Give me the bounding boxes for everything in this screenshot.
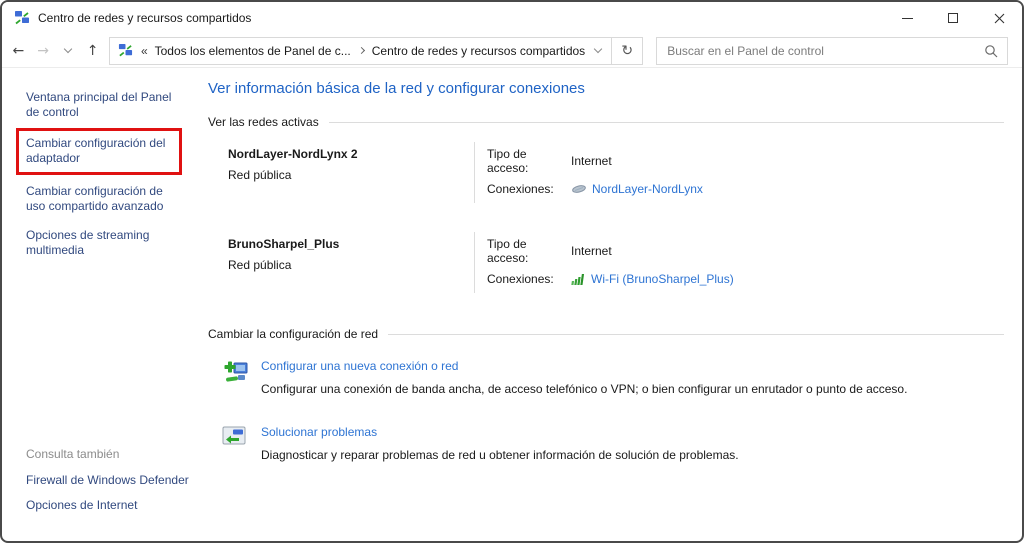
access-type-value: Internet [571, 244, 612, 258]
connection-link-wifi[interactable]: Wi-Fi (BrunoSharpel_Plus) [591, 272, 734, 286]
close-button[interactable] [976, 2, 1022, 34]
connection-link-nordlayer[interactable]: NordLayer-NordLynx [592, 182, 703, 196]
task-link-new-connection[interactable]: Configurar una nueva conexión o red [261, 359, 907, 373]
connections-row: Conexiones: [487, 272, 734, 286]
refresh-button[interactable]: ↻ [612, 38, 642, 64]
sidebar: Ventana principal del Panel de control C… [2, 68, 202, 541]
titlebar: Centro de redes y recursos compartidos [2, 2, 1022, 34]
troubleshoot-icon [222, 425, 252, 464]
up-button[interactable]: ↑ [80, 37, 105, 65]
task-troubleshoot: Solucionar problemas Diagnosticar y repa… [222, 425, 1004, 464]
task-new-connection: Configurar una nueva conexión o red Conf… [222, 359, 1004, 398]
page-title: Ver información básica de la red y confi… [208, 80, 1004, 97]
sidebar-item-media-streaming-options[interactable]: Opciones de streaming multimedia [26, 228, 184, 258]
toolbar: ← → ↑ « Todos los elementos de Panel de … [2, 34, 1022, 68]
network-details: Tipo de acceso: Internet Conexiones: [487, 142, 703, 203]
annotation-box: Cambiar configuración del adaptador [16, 128, 182, 175]
back-button[interactable]: ← [6, 37, 31, 65]
network-summary: NordLayer-NordLynx 2 Red pública [228, 142, 474, 203]
sidebar-spacer [26, 272, 194, 447]
task-description: Configurar una conexión de banda ancha, … [261, 381, 907, 398]
network-summary: BrunoSharpel_Plus Red pública [228, 232, 474, 293]
minimize-button[interactable] [884, 2, 930, 34]
task-text: Configurar una nueva conexión o red Conf… [261, 359, 907, 398]
task-text: Solucionar problemas Diagnosticar y repa… [261, 425, 739, 464]
network-name: BrunoSharpel_Plus [228, 237, 474, 251]
search-box [656, 37, 1008, 65]
connections-label: Conexiones: [487, 182, 571, 196]
network-divider [474, 142, 475, 203]
breadcrumb-item-current[interactable]: Centro de redes y recursos compartidos [372, 44, 585, 58]
sidebar-item-windows-defender-firewall[interactable]: Firewall de Windows Defender [26, 473, 194, 487]
address-bar[interactable]: « Todos los elementos de Panel de c... C… [109, 37, 643, 65]
maximize-icon [948, 13, 958, 23]
network-row-nordlayer: NordLayer-NordLynx 2 Red pública Tipo de… [228, 129, 1004, 219]
maximize-button[interactable] [930, 2, 976, 34]
new-connection-icon [222, 359, 252, 398]
breadcrumb-separator-icon [358, 47, 365, 54]
section-rule [388, 334, 1004, 335]
breadcrumb-overflow[interactable]: « [141, 44, 148, 58]
history-dropdown-button[interactable] [55, 37, 80, 65]
connections-row: Conexiones: NordLayer-NordLynx [487, 182, 703, 196]
sidebar-item-control-panel-home[interactable]: Ventana principal del Panel de control [26, 90, 184, 120]
access-type-label: Tipo de acceso: [487, 147, 571, 175]
network-profile: Red pública [228, 258, 474, 272]
network-sharing-center-window: Centro de redes y recursos compartidos ←… [0, 0, 1024, 543]
search-icon[interactable] [984, 44, 998, 58]
network-center-icon [118, 43, 133, 58]
sidebar-item-change-adapter-settings[interactable]: Cambiar configuración del adaptador [26, 136, 174, 166]
chevron-down-icon [64, 45, 72, 53]
search-input[interactable] [667, 44, 984, 58]
access-type-row: Tipo de acceso: Internet [487, 237, 734, 265]
chevron-down-icon [594, 45, 602, 53]
section-rule [329, 122, 1004, 123]
network-divider [474, 232, 475, 293]
network-name: NordLayer-NordLynx 2 [228, 147, 474, 161]
section-change-network: Cambiar la configuración de red [208, 327, 1004, 341]
network-center-icon [14, 10, 30, 26]
main-panel: Ver información básica de la red y confi… [202, 68, 1022, 541]
window-title: Centro de redes y recursos compartidos [38, 11, 251, 25]
network-tasks: Configurar una nueva conexión o red Conf… [222, 359, 1004, 464]
window-controls [884, 2, 1022, 34]
breadcrumb-item-control-panel[interactable]: Todos los elementos de Panel de c... [155, 44, 351, 58]
network-profile: Red pública [228, 168, 474, 182]
access-type-value: Internet [571, 154, 612, 168]
network-row-brunosharpel: BrunoSharpel_Plus Red pública Tipo de ac… [228, 219, 1004, 309]
ethernet-icon [571, 183, 587, 195]
connections-label: Conexiones: [487, 272, 571, 286]
see-also-header: Consulta también [26, 447, 194, 461]
network-details: Tipo de acceso: Internet Conexiones: [487, 232, 734, 293]
wifi-icon [571, 273, 586, 285]
sidebar-item-advanced-sharing-settings[interactable]: Cambiar configuración de uso compartido … [26, 184, 184, 214]
active-networks-list: NordLayer-NordLynx 2 Red pública Tipo de… [228, 129, 1004, 309]
close-icon [994, 13, 1005, 24]
section-active-networks: Ver las redes activas [208, 115, 1004, 129]
content-area: Ventana principal del Panel de control C… [2, 68, 1022, 541]
task-description: Diagnosticar y reparar problemas de red … [261, 447, 739, 464]
access-type-row: Tipo de acceso: Internet [487, 147, 703, 175]
sidebar-item-internet-options[interactable]: Opciones de Internet [26, 498, 194, 512]
access-type-label: Tipo de acceso: [487, 237, 571, 265]
minimize-icon [902, 18, 913, 19]
section-change-network-label: Cambiar la configuración de red [208, 327, 378, 341]
section-active-networks-label: Ver las redes activas [208, 115, 319, 129]
task-link-troubleshoot[interactable]: Solucionar problemas [261, 425, 739, 439]
addressbar-dropdown-button[interactable] [585, 38, 611, 64]
forward-button[interactable]: → [31, 37, 56, 65]
